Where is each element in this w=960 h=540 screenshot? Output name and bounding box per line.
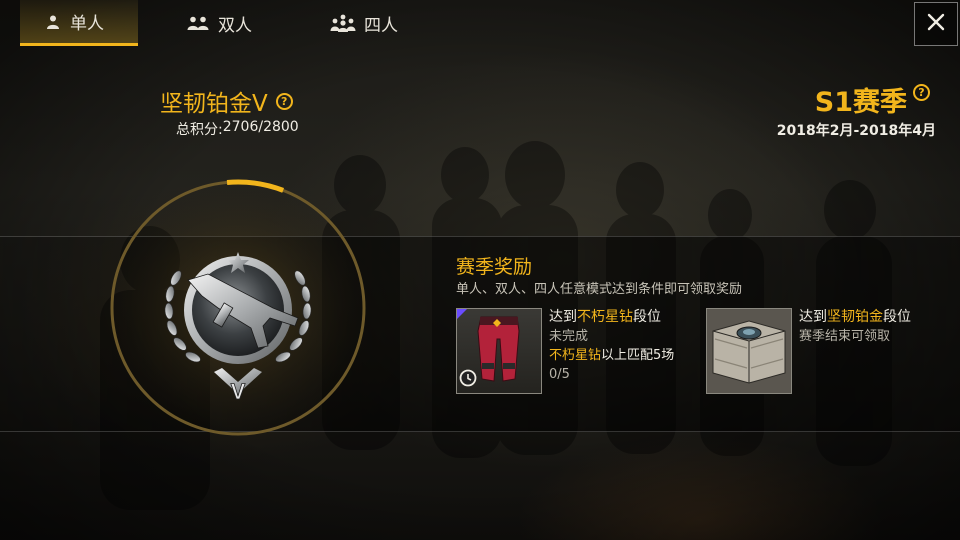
reward-card-1[interactable] — [456, 308, 542, 394]
single-player-icon — [44, 13, 62, 31]
tab-squad[interactable]: 四人 — [330, 0, 398, 46]
condition-prefix: 达到 — [799, 309, 827, 325]
tab-squad-label: 四人 — [364, 15, 398, 36]
reward-item-1-status: 未完成 — [549, 329, 589, 344]
season-name: S1赛季 — [814, 87, 907, 118]
condition-rank: 坚韧铂金 — [827, 309, 883, 325]
condition-prefix: 达到 — [549, 309, 577, 325]
tab-duo-label: 双人 — [218, 15, 252, 36]
rank-title: 坚韧铂金Ⅴ ? — [160, 84, 293, 118]
condition-rank: 不朽星钻 — [577, 309, 633, 325]
clock-icon — [459, 369, 477, 391]
reward-item-1-requirement: 不朽星钻 以上匹配5场 — [549, 346, 674, 365]
reward-item-2-status: 赛季结束可领取 — [799, 329, 891, 344]
tab-duo[interactable]: 双人 — [186, 0, 252, 46]
condition-suffix: 段位 — [883, 309, 911, 325]
rank-name: 坚韧铂金Ⅴ — [160, 91, 268, 117]
season-dates: 2018年2月-2018年4月 — [776, 123, 936, 139]
condition-suffix: 段位 — [633, 309, 661, 325]
reward-item-1-condition: 达到 不朽星钻 段位 — [549, 308, 674, 327]
reward-title: 赛季奖励 — [456, 256, 533, 278]
season-title: S1赛季 ? — [815, 80, 930, 119]
squad-icon — [330, 14, 356, 32]
rank-tier-numeral: V — [231, 379, 246, 404]
total-score: 总积分: 2706/2800 — [176, 119, 299, 139]
close-icon — [926, 12, 946, 36]
reward-item-2-text: 达到 坚韧铂金 段位 赛季结束可领取 — [799, 308, 911, 346]
reward-item-1-text: 达到 不朽星钻 段位 未完成 不朽星钻 以上匹配5场 0/5 — [549, 308, 674, 384]
reward-card-2[interactable] — [706, 308, 792, 394]
tab-single-label: 单人 — [70, 14, 104, 34]
reward-item-2-condition: 达到 坚韧铂金 段位 — [799, 308, 911, 327]
tab-single[interactable]: 单人 — [20, 0, 138, 46]
reward-description: 单人、双人、四人任意模式达到条件即可领取奖励 — [456, 282, 743, 297]
supply-crate-icon — [707, 309, 791, 393]
rank-help-icon[interactable]: ? — [275, 92, 293, 110]
season-help-icon[interactable]: ? — [913, 84, 930, 101]
reward-item-1-progress: 0/5 — [549, 367, 570, 382]
rank-emblem: V — [110, 179, 366, 436]
close-button[interactable] — [914, 2, 958, 46]
score-label: 总积分: — [176, 122, 223, 138]
requirement-rank: 不朽星钻 — [549, 348, 602, 363]
score-value: 2706/2800 — [222, 119, 299, 135]
mode-tab-bar: 单人 双人 四人 — [0, 0, 960, 46]
requirement-text: 以上匹配5场 — [601, 348, 675, 363]
duo-icon — [186, 14, 210, 32]
